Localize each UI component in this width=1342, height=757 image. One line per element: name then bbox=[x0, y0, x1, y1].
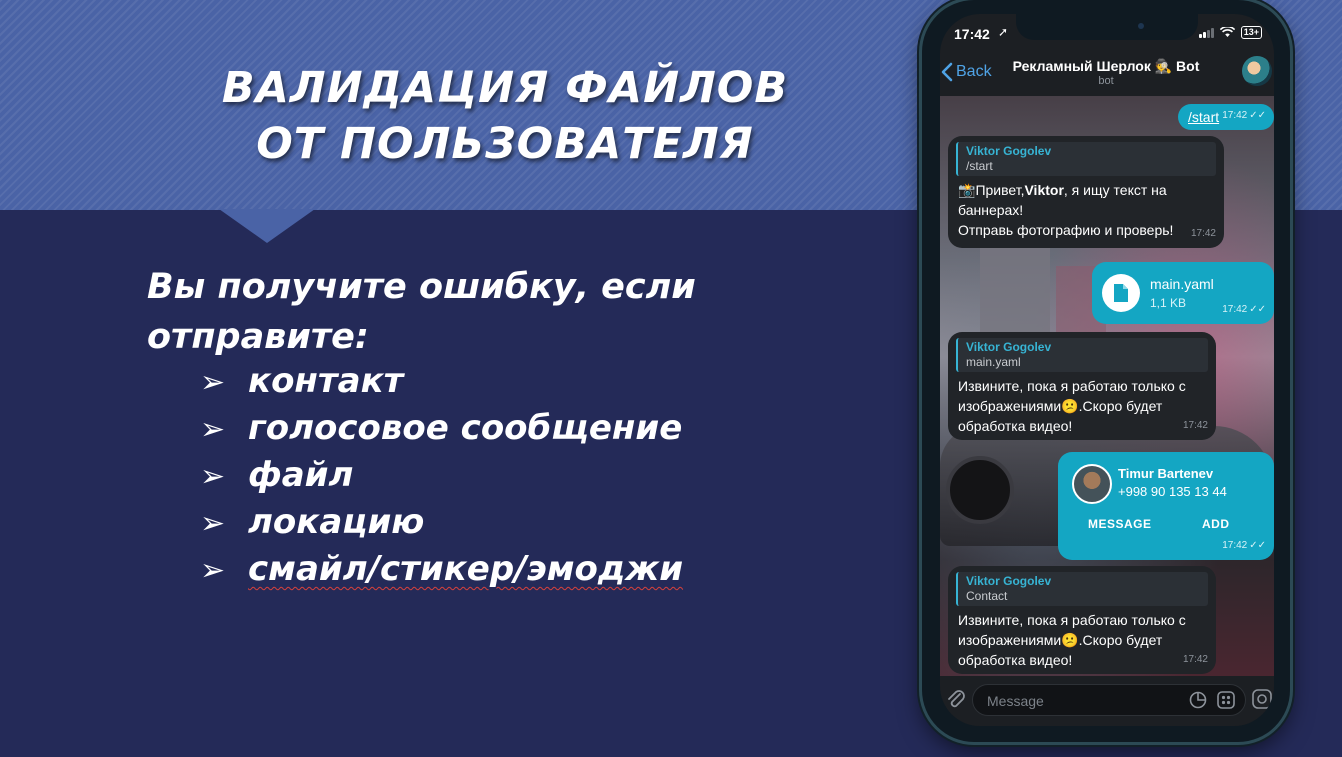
message-text: /start bbox=[1188, 109, 1220, 125]
title-line-1: ВАЛИДАЦИЯ ФАЙЛОВ bbox=[221, 63, 789, 113]
chevron-left-icon bbox=[941, 62, 953, 82]
camera-dot bbox=[1138, 23, 1144, 29]
message-reply-contact[interactable]: Viktor Gogolev Contact Извините, пока я … bbox=[948, 566, 1216, 674]
message-text: Отправь фотографию и проверь! bbox=[958, 222, 1174, 238]
bullet-item: ➢ смайл/стикер/эмоджи bbox=[200, 546, 683, 593]
file-size: 1,1 KB bbox=[1150, 296, 1187, 310]
message-time: 17:42 bbox=[1182, 420, 1208, 431]
bullet-item: ➢ файл bbox=[200, 452, 683, 499]
bullet-item: ➢ контакт bbox=[200, 358, 683, 405]
reply-author: Viktor Gogolev bbox=[966, 144, 1052, 158]
time-text: 17:42 bbox=[1222, 110, 1248, 121]
message-input-field[interactable] bbox=[972, 684, 1246, 716]
attach-icon[interactable] bbox=[946, 688, 966, 710]
reply-author: Viktor Gogolev bbox=[966, 574, 1052, 588]
reply-author: Viktor Gogolev bbox=[966, 340, 1052, 354]
double-check-icon: ✓✓ bbox=[1249, 304, 1266, 315]
bot-avatar[interactable] bbox=[1242, 56, 1272, 86]
bullet-list: ➢ контакт ➢ голосовое сообщение ➢ файл ➢ лок… bbox=[200, 358, 683, 593]
arrow-bullet-icon: ➢ bbox=[200, 459, 226, 494]
slide-title: ВАЛИДАЦИЯ ФАЙЛОВ ОТ ПОЛЬЗОВАТЕЛЯ bbox=[120, 60, 890, 172]
bullet-text: локацию bbox=[248, 502, 425, 542]
band-pointer bbox=[219, 209, 315, 243]
camera-emoji-icon: 📸 bbox=[958, 182, 976, 198]
message-reply-file[interactable]: Viktor Gogolev main.yaml Извините, пока … bbox=[948, 332, 1216, 440]
arrow-bullet-icon: ➢ bbox=[200, 365, 226, 400]
lead-text: Вы получите ошибку, если отправите: bbox=[147, 267, 696, 357]
message-time: 17:42 ✓✓ bbox=[1222, 536, 1266, 556]
back-button[interactable]: Back bbox=[940, 62, 992, 82]
commands-icon[interactable] bbox=[1217, 691, 1235, 709]
wallpaper-wheel bbox=[946, 456, 1014, 524]
message-body: Извините, пока я работаю только с изобра… bbox=[948, 374, 1216, 436]
status-time: 17:42 bbox=[954, 26, 990, 42]
reply-quote[interactable]: Viktor Gogolev /start bbox=[956, 142, 1216, 176]
contact-add-button[interactable]: ADD bbox=[1202, 514, 1230, 534]
title-line-2: ОТ ПОЛЬЗОВАТЕЛЯ bbox=[256, 119, 754, 169]
reply-quote[interactable]: Viktor Gogolev main.yaml bbox=[956, 338, 1208, 372]
time-text: 17:42 bbox=[1222, 540, 1248, 551]
location-arrow-icon: ➚ bbox=[998, 25, 1009, 39]
message-contact[interactable]: Timur Bartenev +998 90 135 13 44 MESSAGE… bbox=[1058, 452, 1274, 560]
file-name: main.yaml bbox=[1150, 276, 1214, 292]
camera-icon[interactable] bbox=[1252, 689, 1272, 709]
bullet-text: голосовое сообщение bbox=[248, 408, 683, 448]
contact-name: Timur Bartenev bbox=[1118, 466, 1214, 481]
chat-subtitle: bot bbox=[1098, 75, 1114, 87]
message-text: Привет, bbox=[975, 182, 1025, 198]
phone-screen: 17:42 ➚ 13+ Back Рекламный Шерлок 🕵 Bot … bbox=[940, 14, 1274, 726]
reply-quote[interactable]: Viktor Gogolev Contact bbox=[956, 572, 1208, 606]
phone-notch bbox=[1016, 14, 1198, 40]
contact-message-button[interactable]: MESSAGE bbox=[1088, 514, 1152, 534]
user-name: Viktor bbox=[1024, 182, 1064, 198]
message-time: 17:42 bbox=[1190, 228, 1216, 239]
arrow-bullet-icon: ➢ bbox=[200, 506, 226, 541]
reply-text: /start bbox=[966, 159, 993, 173]
message-file[interactable]: main.yaml 1,1 KB 17:42 ✓✓ bbox=[1092, 262, 1274, 324]
message-time: 17:42 bbox=[1182, 654, 1208, 665]
bullet-text: контакт bbox=[248, 361, 404, 401]
status-icons: 13+ bbox=[1198, 26, 1262, 39]
chat-area[interactable]: /start 17:42 ✓✓ Viktor Gogolev /start 📸Пр… bbox=[940, 96, 1274, 676]
arrow-bullet-icon: ➢ bbox=[200, 412, 226, 447]
double-check-icon: ✓✓ bbox=[1249, 540, 1266, 551]
chat-title[interactable]: Рекламный Шерлок 🕵 Bot bbox=[986, 58, 1226, 75]
contact-avatar[interactable] bbox=[1072, 464, 1112, 504]
message-body: 📸Привет,Viktor, я ищу текст на баннерах!… bbox=[948, 178, 1224, 240]
contact-phone: +998 90 135 13 44 bbox=[1118, 484, 1227, 499]
message-body: Извините, пока я работаю только с изобра… bbox=[948, 608, 1216, 670]
message-time: 17:42 ✓✓ bbox=[1222, 300, 1266, 320]
confused-emoji-icon: 😕 bbox=[1061, 398, 1079, 414]
bullet-item: ➢ голосовое сообщение bbox=[200, 405, 683, 452]
message-composer bbox=[940, 676, 1274, 726]
message-input[interactable] bbox=[985, 690, 1179, 712]
sticker-icon[interactable] bbox=[1189, 691, 1207, 709]
confused-emoji-icon: 😕 bbox=[1061, 632, 1079, 648]
bullet-text: смайл/стикер/эмоджи bbox=[248, 549, 684, 589]
reply-text: Contact bbox=[966, 589, 1008, 603]
message-time: 17:42 ✓✓ bbox=[1222, 106, 1266, 126]
message-greeting[interactable]: Viktor Gogolev /start 📸Привет,Viktor, я … bbox=[948, 136, 1224, 248]
signal-icon bbox=[1198, 27, 1214, 38]
time-text: 17:42 bbox=[1222, 304, 1248, 315]
phone-mockup: 17:42 ➚ 13+ Back Рекламный Шерлок 🕵 Bot … bbox=[922, 0, 1290, 742]
bullet-text: файл bbox=[248, 455, 354, 495]
reply-text: main.yaml bbox=[966, 355, 1021, 369]
wifi-icon bbox=[1219, 27, 1235, 37]
arrow-bullet-icon: ➢ bbox=[200, 553, 226, 588]
bullet-item: ➢ локацию bbox=[200, 499, 683, 546]
double-check-icon: ✓✓ bbox=[1249, 110, 1266, 121]
file-icon[interactable] bbox=[1102, 274, 1140, 312]
message-start-command[interactable]: /start 17:42 ✓✓ bbox=[1178, 104, 1274, 130]
battery-indicator: 13+ bbox=[1240, 26, 1262, 39]
chat-header: Back Рекламный Шерлок 🕵 Bot bot bbox=[940, 50, 1274, 96]
